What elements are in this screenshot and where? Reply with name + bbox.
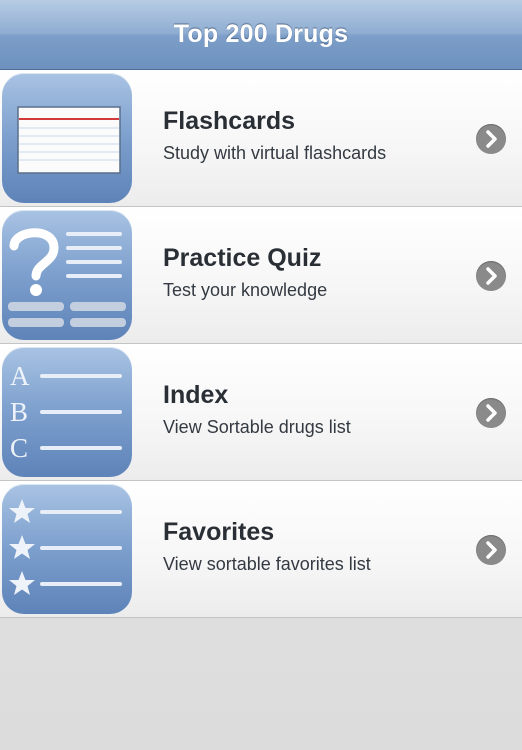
menu-item-practice-quiz[interactable]: Practice Quiz Test your knowledge	[0, 207, 522, 344]
chevron-right-icon[interactable]	[476, 535, 506, 565]
menu-item-index[interactable]: A B C Index View Sortable drugs list	[0, 344, 522, 481]
star-list-icon	[2, 484, 132, 614]
menu-item-flashcards[interactable]: Flashcards Study with virtual flashcards	[0, 70, 522, 207]
chevron-right-icon[interactable]	[476, 398, 506, 428]
menu-item-favorites[interactable]: Favorites View sortable favorites list	[0, 481, 522, 618]
navigation-bar: Top 200 Drugs	[0, 0, 522, 70]
menu-item-subtitle: Test your knowledge	[163, 280, 328, 300]
flashcard-icon	[2, 73, 132, 203]
chevron-right-icon[interactable]	[476, 261, 506, 291]
menu-item-subtitle: View Sortable drugs list	[163, 417, 351, 437]
menu-item-subtitle: View sortable favorites list	[163, 554, 371, 574]
menu-item-subtitle: Study with virtual flashcards	[163, 143, 387, 163]
index-letter-b: B	[10, 397, 28, 427]
abc-index-icon: A B C	[2, 347, 132, 477]
chevron-right-icon[interactable]	[476, 124, 506, 154]
menu-item-title: Favorites	[163, 518, 275, 546]
menu-item-title: Index	[163, 381, 229, 409]
index-letter-c: C	[10, 433, 28, 463]
menu-item-title: Practice Quiz	[163, 244, 322, 272]
main-menu: Flashcards Study with virtual flashcards	[0, 70, 522, 618]
quiz-icon	[2, 210, 132, 340]
page-title: Top 200 Drugs	[173, 20, 349, 48]
index-letter-a: A	[10, 361, 30, 391]
menu-item-title: Flashcards	[163, 107, 296, 135]
